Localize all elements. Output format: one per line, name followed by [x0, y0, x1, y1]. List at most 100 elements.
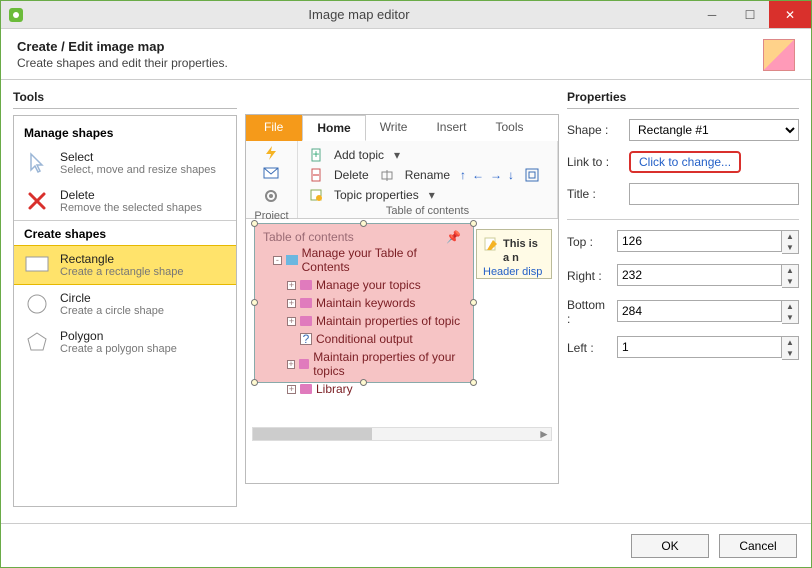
rename-icon [379, 167, 395, 183]
title-input[interactable] [629, 183, 799, 205]
title-label: Title : [567, 187, 623, 201]
h-scrollbar[interactable]: ◄ ► [252, 427, 552, 441]
left-spin-up[interactable]: ▲ [782, 337, 798, 348]
maximize-button[interactable]: ☐ [731, 1, 769, 28]
page-title: Create / Edit image map [17, 39, 763, 54]
lightning-icon[interactable] [263, 145, 281, 163]
imagemap-icon [763, 39, 795, 71]
tool-circle[interactable]: CircleCreate a circle shape [14, 285, 236, 323]
properties-separator [567, 219, 799, 220]
left-label: Left : [567, 341, 611, 355]
toc-item-2[interactable]: Maintain properties of topic [316, 314, 460, 328]
gear-icon[interactable] [263, 188, 281, 206]
cmd-add-topic[interactable]: Add topic [334, 148, 384, 162]
titlebar: Image map editor ─ ☐ ✕ [1, 1, 811, 29]
resize-handle-s[interactable] [360, 379, 367, 386]
resize-handle-e[interactable] [470, 299, 477, 306]
delete-x-icon [24, 188, 50, 214]
scroll-thumb[interactable] [253, 428, 372, 440]
cmd-topic-props[interactable]: Topic properties [334, 188, 419, 202]
bottom-label: Bottom : [567, 298, 611, 326]
note-title: This is a n [503, 238, 538, 264]
toc-item-5[interactable]: Library [316, 382, 353, 396]
ribbon-tabs: File Home Write Insert Tools [246, 115, 558, 141]
app-icon [7, 6, 25, 24]
right-spin-down[interactable]: ▼ [782, 276, 798, 287]
tab-insert[interactable]: Insert [422, 115, 481, 141]
page-header: Create / Edit image map Create shapes an… [1, 29, 811, 80]
toc-header-label: Table of contents [263, 230, 354, 244]
top-spin-up[interactable]: ▲ [782, 231, 798, 242]
tab-write[interactable]: Write [366, 115, 423, 141]
minimize-button[interactable]: ─ [693, 1, 731, 28]
resize-handle-w[interactable] [251, 299, 258, 306]
right-spin-up[interactable]: ▲ [782, 265, 798, 276]
top-label: Top : [567, 235, 611, 249]
pin-icon[interactable]: 📌 [446, 230, 461, 244]
note-link[interactable]: Header disp [483, 266, 542, 278]
close-button[interactable]: ✕ [769, 1, 811, 28]
dialog-footer: OK Cancel [1, 523, 811, 567]
ribbon-group-project: Project [246, 141, 298, 218]
shape-label: Shape : [567, 123, 623, 137]
tool-select[interactable]: SelectSelect, move and resize shapes [14, 144, 236, 182]
svg-text:+: + [312, 148, 319, 161]
add-topic-icon: + [308, 147, 324, 163]
top-input[interactable] [617, 230, 782, 252]
resize-handle-nw[interactable] [251, 220, 258, 227]
tools-section-title: Tools [13, 90, 237, 109]
note-pencil-icon [483, 236, 499, 252]
shape-select[interactable]: Rectangle #1 [629, 119, 799, 141]
top-spin-down[interactable]: ▼ [782, 242, 798, 253]
toc-root[interactable]: Manage your Table of Contents [302, 246, 465, 274]
selection-rectangle[interactable]: Table of contents📌 -Manage your Table of… [254, 223, 474, 383]
mail-icon[interactable] [263, 167, 281, 184]
tools-panel: Manage shapes SelectSelect, move and res… [13, 115, 237, 507]
scroll-right-arrow[interactable]: ► [537, 428, 551, 440]
cmd-delete[interactable]: Delete [334, 168, 369, 182]
right-input[interactable] [617, 264, 782, 286]
resize-handle-n[interactable] [360, 220, 367, 227]
page-subtitle: Create shapes and edit their properties. [17, 56, 763, 70]
move-arrows[interactable]: ↑←→↓ [460, 168, 514, 182]
resize-handle-se[interactable] [470, 379, 477, 386]
manage-shapes-heading: Manage shapes [14, 122, 236, 144]
window-title: Image map editor [25, 7, 693, 22]
ribbon-group-toc: + Add topic▾ Delete Rename ↑←→↓ Topic pr… [298, 141, 558, 218]
left-input[interactable] [617, 336, 782, 358]
cmd-rename[interactable]: Rename [405, 168, 450, 182]
toc-item-3[interactable]: Conditional output [316, 332, 413, 346]
bottom-spin-up[interactable]: ▲ [782, 301, 798, 312]
polygon-icon [24, 329, 50, 355]
left-spin-down[interactable]: ▼ [782, 348, 798, 359]
tab-file[interactable]: File [246, 115, 302, 141]
note-card: This is a n Header disp [476, 229, 552, 279]
delete-topic-icon [308, 167, 324, 183]
cancel-button[interactable]: Cancel [719, 534, 797, 558]
tab-home[interactable]: Home [302, 115, 365, 141]
right-label: Right : [567, 269, 611, 283]
canvas-preview: File Home Write Insert Tools Project + A… [245, 114, 559, 484]
rectangle-icon [24, 252, 50, 278]
resize-handle-ne[interactable] [470, 220, 477, 227]
cursor-icon [24, 150, 50, 176]
create-shapes-heading: Create shapes [14, 220, 236, 245]
tool-rectangle[interactable]: RectangleCreate a rectangle shape [14, 245, 236, 285]
tool-delete[interactable]: DeleteRemove the selected shapes [14, 182, 236, 220]
toc-item-4[interactable]: Maintain properties of your topics [313, 350, 465, 378]
bottom-spin-down[interactable]: ▼ [782, 312, 798, 323]
toc-item-0[interactable]: Manage your topics [316, 278, 421, 292]
tab-tools[interactable]: Tools [481, 115, 538, 141]
bottom-input[interactable] [617, 300, 782, 322]
circle-icon [24, 291, 50, 317]
resize-handle-sw[interactable] [251, 379, 258, 386]
canvas-area[interactable]: Table of contents📌 -Manage your Table of… [246, 219, 558, 445]
toc-item-1[interactable]: Maintain keywords [316, 296, 415, 310]
linkto-label: Link to : [567, 155, 623, 169]
tool-polygon[interactable]: PolygonCreate a polygon shape [14, 323, 236, 361]
ok-button[interactable]: OK [631, 534, 709, 558]
topic-props-icon [308, 187, 324, 203]
expand-icon[interactable] [524, 167, 540, 183]
properties-section-title: Properties [567, 90, 799, 109]
linkto-button[interactable]: Click to change... [629, 151, 741, 173]
